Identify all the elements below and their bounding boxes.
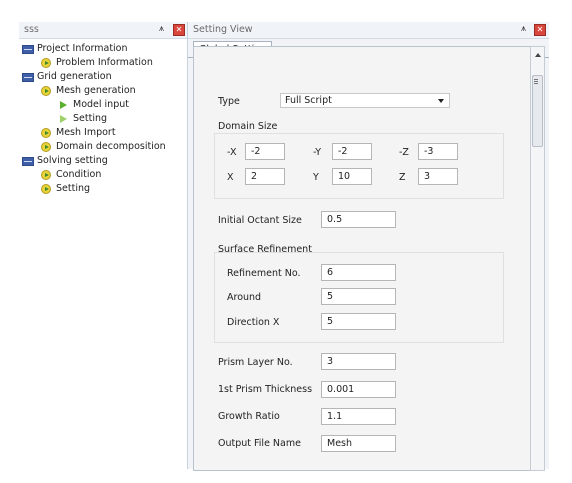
tree-node-label: Mesh Import xyxy=(56,127,116,138)
min-z-field[interactable]: -3 xyxy=(418,143,458,160)
arrow-icon xyxy=(60,115,67,123)
close-icon[interactable]: ✕ xyxy=(173,24,185,36)
pin-icon[interactable]: ⩚ xyxy=(159,24,164,34)
output-file-field[interactable]: Mesh xyxy=(321,435,396,452)
tree-node-model-input[interactable]: Model input xyxy=(19,98,187,112)
scroll-thumb[interactable] xyxy=(532,75,543,147)
vertical-scrollbar[interactable] xyxy=(530,46,545,471)
setting-view-title: Setting View xyxy=(193,24,253,35)
tree-node-label: Project Information xyxy=(37,43,128,54)
prism-layer-field[interactable]: 3 xyxy=(321,353,396,370)
folder-icon xyxy=(22,157,34,166)
arrow-icon xyxy=(60,101,67,109)
play-icon xyxy=(41,58,51,68)
min-y-label: -Y xyxy=(313,147,322,158)
tree-node-label: Condition xyxy=(56,169,102,180)
tree-node-label: Model input xyxy=(73,99,129,110)
type-dropdown[interactable]: Full Script xyxy=(280,93,450,108)
type-dropdown-value: Full Script xyxy=(285,95,332,106)
type-label: Type xyxy=(218,96,240,107)
tree-node-solving-setting[interactable]: Solving setting xyxy=(19,154,187,168)
tree-node-condition[interactable]: Condition xyxy=(19,168,187,182)
pin-icon[interactable]: ⩚ xyxy=(521,24,526,34)
scroll-up-icon[interactable] xyxy=(535,53,541,57)
tree-node-mesh-setting[interactable]: Setting xyxy=(19,112,187,126)
tree-node-label: Problem Information xyxy=(56,57,153,68)
setting-view-header: Setting View ⩚ ✕ xyxy=(188,22,549,39)
tree-node-label: Grid generation xyxy=(37,71,112,82)
growth-ratio-field[interactable]: 1.1 xyxy=(321,408,396,425)
initial-octant-label: Initial Octant Size xyxy=(218,215,302,226)
play-icon xyxy=(41,142,51,152)
refinement-no-field[interactable]: 6 xyxy=(321,264,396,281)
play-icon xyxy=(41,86,51,96)
output-file-label: Output File Name xyxy=(218,438,301,449)
tree-node-label: Solving setting xyxy=(37,155,108,166)
direction-x-field[interactable]: 5 xyxy=(321,313,396,330)
prism-layer-label: Prism Layer No. xyxy=(218,357,293,368)
refinement-no-label: Refinement No. xyxy=(227,268,301,279)
initial-octant-field[interactable]: 0.5 xyxy=(321,211,396,228)
tree-node-mesh-generation[interactable]: Mesh generation xyxy=(19,84,187,98)
max-x-label: X xyxy=(227,172,234,183)
close-icon[interactable]: ✕ xyxy=(534,24,546,36)
tree-node-label: Setting xyxy=(56,183,91,194)
play-icon xyxy=(41,128,51,138)
tree-node-project-information[interactable]: Project Information xyxy=(19,42,187,56)
domain-size-label: Domain Size xyxy=(218,121,278,132)
tree-node-problem-information[interactable]: Problem Information xyxy=(19,56,187,70)
first-prism-field[interactable]: 0.001 xyxy=(321,381,396,398)
tree-node-mesh-import[interactable]: Mesh Import xyxy=(19,126,187,140)
chevron-down-icon xyxy=(438,99,444,103)
direction-x-label: Direction X xyxy=(227,317,280,328)
max-x-field[interactable]: 2 xyxy=(245,168,285,185)
tree-node-grid-generation[interactable]: Grid generation xyxy=(19,70,187,84)
tree-node-label: Mesh generation xyxy=(56,85,136,96)
tree-panel-header: sss ⩚ ✕ xyxy=(19,22,187,39)
tree-panel: sss ⩚ ✕ Project Information Problem Info… xyxy=(19,22,188,469)
tree-panel-title: sss xyxy=(24,24,39,35)
max-y-field[interactable]: 10 xyxy=(332,168,372,185)
play-icon xyxy=(41,184,51,194)
setting-view-panel: Setting View ⩚ ✕ Global Setting Type Ful… xyxy=(188,22,549,471)
folder-icon xyxy=(22,45,34,54)
tree-node-domain-decomposition[interactable]: Domain decomposition xyxy=(19,140,187,154)
tree-node-label: Domain decomposition xyxy=(56,141,166,152)
max-z-label: Z xyxy=(399,172,406,183)
play-icon xyxy=(41,170,51,180)
project-tree: Project Information Problem Information … xyxy=(19,39,187,196)
grip-icon xyxy=(534,79,538,80)
settings-form: Type Full Script Domain Size -X -2 -Y -2… xyxy=(193,46,531,471)
tree-node-label: Setting xyxy=(73,113,108,124)
tree-node-solving-setting-item[interactable]: Setting xyxy=(19,182,187,196)
first-prism-label: 1st Prism Thickness xyxy=(218,384,313,395)
app-frame: sss ⩚ ✕ Project Information Problem Info… xyxy=(19,22,549,471)
around-field[interactable]: 5 xyxy=(321,288,396,305)
folder-icon xyxy=(22,73,34,82)
growth-ratio-label: Growth Ratio xyxy=(218,411,280,422)
max-z-field[interactable]: 3 xyxy=(418,168,458,185)
max-y-label: Y xyxy=(313,172,319,183)
min-x-label: -X xyxy=(227,147,237,158)
min-y-field[interactable]: -2 xyxy=(332,143,372,160)
around-label: Around xyxy=(227,292,262,303)
min-x-field[interactable]: -2 xyxy=(245,143,285,160)
min-z-label: -Z xyxy=(399,147,409,158)
